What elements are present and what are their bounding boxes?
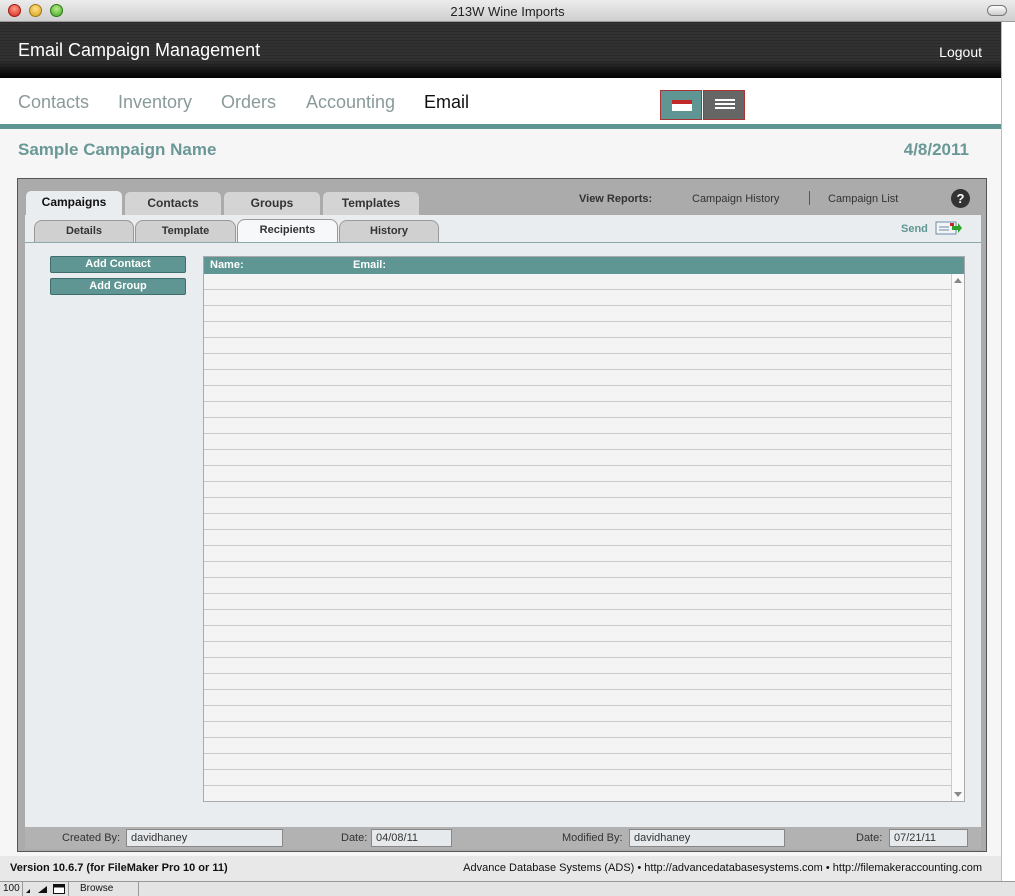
- recipients-scrollbar[interactable]: [951, 274, 964, 801]
- status-divider: [138, 882, 139, 896]
- modified-by-field: davidhaney: [629, 829, 785, 847]
- scroll-down-icon[interactable]: [954, 792, 962, 797]
- record-info-bar: Created By: davidhaney Date: 04/08/11 Mo…: [25, 827, 981, 849]
- modified-date-field: 07/21/11: [889, 829, 968, 847]
- nav-inventory[interactable]: Inventory: [118, 92, 192, 113]
- nav-orders[interactable]: Orders: [221, 92, 276, 113]
- toggle-status-area-icon[interactable]: [53, 884, 65, 894]
- list-view-icon: [715, 99, 735, 111]
- subtab-divider: [25, 242, 981, 243]
- nav-accounting[interactable]: Accounting: [306, 92, 395, 113]
- form-view-icon: [672, 100, 692, 111]
- nav-email[interactable]: Email: [424, 92, 469, 113]
- campaign-date: 4/8/2011: [903, 140, 969, 159]
- subtab-template[interactable]: Template: [135, 220, 236, 242]
- modified-date-label: Date:: [856, 832, 883, 844]
- send-label[interactable]: Send: [901, 223, 928, 235]
- main-nav: Contacts Inventory Orders Accounting Ema…: [0, 78, 1001, 124]
- created-by-field: davidhaney: [126, 829, 283, 847]
- app-title: Email Campaign Management: [18, 40, 261, 60]
- created-date-field: 04/08/11: [371, 829, 452, 847]
- tab-campaigns[interactable]: Campaigns: [25, 190, 123, 215]
- scroll-up-icon[interactable]: [954, 278, 962, 283]
- campaign-name: Sample Campaign Name: [18, 140, 217, 159]
- zoom-out-icon[interactable]: [25, 884, 37, 894]
- zoom-in-icon[interactable]: [37, 884, 49, 894]
- campaign-detail-area: Details Template Recipients History Send…: [25, 215, 981, 827]
- tab-contacts[interactable]: Contacts: [124, 191, 222, 215]
- view-reports-label: View Reports:: [579, 193, 653, 205]
- zoom-level[interactable]: 100: [3, 883, 20, 894]
- campaign-history-link[interactable]: Campaign History: [692, 193, 779, 205]
- recipients-rows[interactable]: [204, 274, 951, 801]
- version-text: Version 10.6.7 (for FileMaker Pro 10 or …: [10, 862, 228, 874]
- status-divider: [22, 882, 23, 896]
- tab-templates[interactable]: Templates: [322, 191, 420, 215]
- status-divider: [68, 882, 69, 896]
- created-by-label: Created By:: [62, 832, 121, 844]
- form-view-button[interactable]: [660, 90, 702, 120]
- status-bar: 100 Browse: [0, 881, 1015, 896]
- help-icon[interactable]: ?: [951, 189, 970, 208]
- subtab-history[interactable]: History: [339, 220, 439, 242]
- campaign-panel: Campaigns Contacts Groups Templates View…: [17, 178, 987, 852]
- add-group-button[interactable]: Add Group: [50, 278, 186, 295]
- recipients-list: Name: Email:: [203, 256, 965, 802]
- window-titlebar: 213W Wine Imports: [0, 0, 1015, 22]
- reports-separator: [809, 191, 810, 205]
- mode-indicator[interactable]: Browse: [80, 883, 113, 894]
- page-content: Sample Campaign Name 4/8/2011 Campaigns …: [0, 129, 1001, 874]
- created-date-label: Date:: [341, 832, 368, 844]
- logout-link[interactable]: Logout: [939, 44, 982, 60]
- subtab-recipients[interactable]: Recipients: [237, 219, 338, 243]
- send-email-icon[interactable]: [935, 220, 963, 236]
- column-email: Email:: [353, 259, 387, 271]
- list-view-button[interactable]: [703, 90, 745, 120]
- modified-by-label: Modified By:: [562, 832, 623, 844]
- toolbar-toggle-button[interactable]: [987, 5, 1007, 16]
- recipients-list-header: Name: Email:: [204, 257, 964, 274]
- tab-groups[interactable]: Groups: [223, 191, 321, 215]
- column-name: Name:: [210, 259, 244, 271]
- subtab-details[interactable]: Details: [34, 220, 134, 242]
- window-edge: [1001, 22, 1015, 896]
- nav-contacts[interactable]: Contacts: [18, 92, 89, 113]
- campaign-list-link[interactable]: Campaign List: [828, 193, 898, 205]
- add-contact-button[interactable]: Add Contact: [50, 256, 186, 273]
- credits-text: Advance Database Systems (ADS) • http://…: [463, 862, 982, 874]
- app-header: Email Campaign Management Logout: [0, 22, 1001, 78]
- window-title: 213W Wine Imports: [450, 4, 565, 19]
